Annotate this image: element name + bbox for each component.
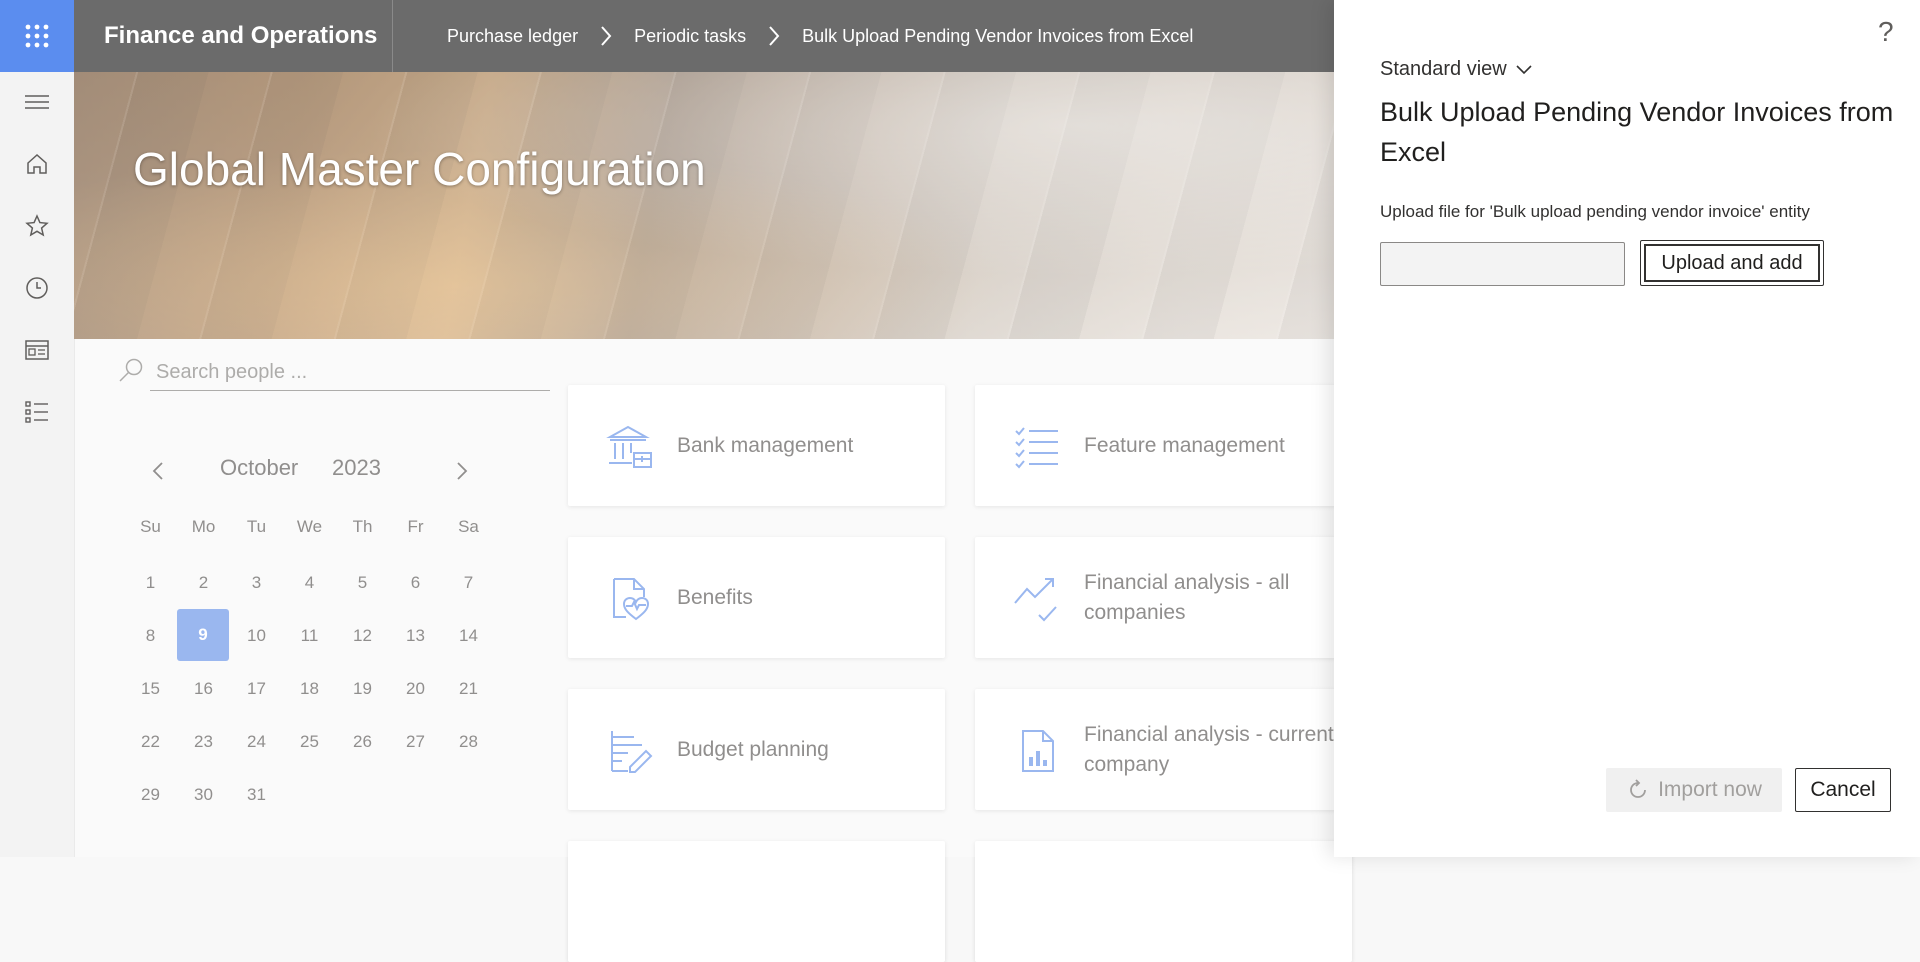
view-selector[interactable]: Standard view — [1380, 58, 1533, 81]
tile-partial[interactable] — [568, 841, 945, 962]
view-selector-label: Standard view — [1380, 58, 1507, 80]
nav-modules-button[interactable] — [0, 388, 74, 436]
breadcrumb-periodic-tasks[interactable]: Periodic tasks — [634, 26, 746, 47]
breadcrumb-purchase-ledger[interactable]: Purchase ledger — [447, 26, 578, 47]
workspace-icon — [25, 340, 49, 360]
help-icon[interactable]: ? — [1878, 16, 1902, 47]
breadcrumb-current-page[interactable]: Bulk Upload Pending Vendor Invoices from… — [802, 26, 1193, 47]
clock-icon — [26, 277, 48, 299]
dialog-panel: ? Standard view Bulk Upload Pending Vend… — [1334, 0, 1920, 857]
dialog-title: Bulk Upload Pending Vendor Invoices from… — [1380, 97, 1894, 167]
app-launcher-button[interactable] — [0, 0, 74, 72]
upload-and-add-button[interactable]: Upload and add — [1640, 240, 1824, 286]
home-icon — [27, 153, 47, 174]
list-icon — [25, 401, 48, 423]
waffle-icon — [25, 24, 49, 48]
breadcrumb: Purchase ledger Periodic tasks Bulk Uplo… — [447, 0, 1193, 72]
chevron-right-icon — [600, 25, 612, 47]
nav-expand-button[interactable] — [0, 78, 74, 126]
cancel-button[interactable]: Cancel — [1795, 768, 1891, 812]
refresh-icon — [1630, 779, 1646, 798]
chevron-right-icon — [768, 25, 780, 47]
star-icon — [25, 214, 49, 237]
import-now-label: Import now — [1658, 778, 1762, 801]
upload-and-add-label: Upload and add — [1644, 244, 1820, 282]
nav-recent-button[interactable] — [0, 264, 74, 312]
tile-partial[interactable] — [975, 841, 1352, 962]
nav-favorites-button[interactable] — [0, 202, 74, 250]
nav-workspaces-button[interactable] — [0, 326, 74, 374]
app-title[interactable]: Finance and Operations — [104, 0, 377, 72]
chevron-down-icon — [1516, 64, 1532, 74]
nav-home-button[interactable] — [0, 140, 74, 188]
import-now-button[interactable]: Import now — [1606, 768, 1782, 812]
workspace-title: Global Master Configuration — [133, 143, 706, 195]
upload-label: Upload file for 'Bulk upload pending ven… — [1380, 202, 1810, 221]
topbar-divider — [392, 0, 393, 72]
left-navigation — [0, 72, 75, 857]
hamburger-icon — [25, 95, 49, 109]
file-name-field[interactable] — [1380, 242, 1625, 286]
